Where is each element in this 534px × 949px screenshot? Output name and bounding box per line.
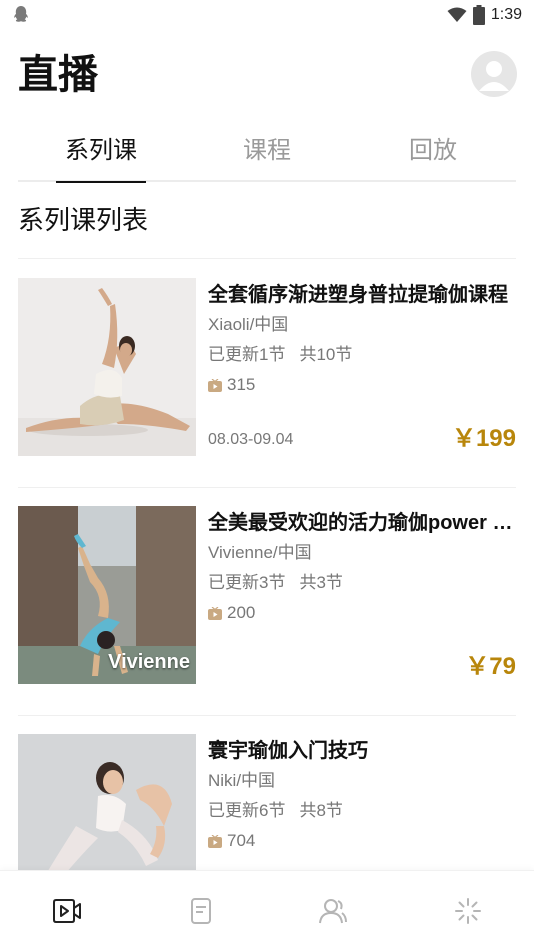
document-icon[interactable] — [186, 898, 216, 924]
course-info: 全套循序渐进塑身普拉提瑜伽课程 Xiaoli/中国 已更新1节 共10节 315 … — [208, 278, 516, 456]
course-date: 08.03-09.04 — [208, 431, 294, 448]
tab-active-underline — [56, 181, 146, 183]
divider — [18, 258, 516, 259]
tab-label: 课程 — [243, 137, 291, 164]
tab-replay[interactable]: 回放 — [388, 122, 478, 182]
course-info: 全美最受欢迎的活力瑜伽power yoga Vivienne/中国 已更新3节共… — [208, 506, 516, 684]
section-title: 系列课列表 — [18, 205, 149, 235]
course-views: 315 — [208, 373, 255, 397]
course-teacher: Vivienne/中国 — [208, 543, 312, 562]
loading-icon[interactable] — [453, 898, 483, 924]
views-count: 315 — [227, 375, 256, 394]
course-teacher: Xiaoli/中国 — [208, 315, 289, 334]
qq-icon — [14, 5, 28, 22]
course-lessons: 已更新6节 共8节 — [208, 799, 343, 823]
lessons-updated: 已更新6节 — [208, 801, 286, 820]
play-count-icon — [208, 378, 222, 392]
course-teacher: Niki/中国 — [208, 771, 276, 790]
tab-series-courses[interactable]: 系列课 — [56, 122, 146, 183]
status-time: 1:39 — [490, 6, 522, 23]
views-count: 704 — [227, 831, 256, 850]
tab-bar: 系列课 课程 回放 — [18, 122, 516, 183]
play-count-icon — [208, 606, 222, 620]
course-title: 全美最受欢迎的活力瑜伽power yoga — [208, 512, 516, 534]
lessons-total: 共3节 — [299, 573, 343, 592]
course-views: 704 — [208, 829, 255, 853]
course-title: 寰宇瑜伽入门技巧 — [208, 740, 368, 762]
course-card[interactable]: Vivienne 全美最受欢迎的活力瑜伽power yoga Vivienne/… — [18, 506, 516, 684]
course-lessons: 已更新3节 共3节 — [208, 571, 343, 595]
bottom-nav — [0, 870, 534, 949]
course-thumbnail — [18, 278, 196, 456]
course-thumbnail: Vivienne — [18, 506, 196, 684]
battery-icon — [472, 5, 485, 25]
user-avatar-icon[interactable] — [471, 51, 517, 97]
thumbnail-watermark: Vivienne — [108, 651, 190, 673]
play-count-icon — [208, 834, 222, 848]
wifi-icon — [447, 7, 467, 22]
lessons-updated: 已更新3节 — [208, 573, 286, 592]
course-price: ￥199 — [451, 425, 516, 452]
lessons-total: 共10节 — [299, 345, 353, 364]
course-lessons: 已更新1节 共10节 — [208, 343, 352, 367]
live-video-icon[interactable] — [52, 898, 82, 924]
course-title: 全套循序渐进塑身普拉提瑜伽课程 — [208, 284, 508, 306]
course-price: ￥79 — [465, 653, 516, 680]
page-title: 直播 — [18, 53, 98, 97]
users-icon[interactable] — [318, 898, 348, 924]
lessons-updated: 已更新1节 — [208, 345, 286, 364]
divider — [18, 715, 516, 716]
tab-label: 系列课 — [65, 137, 137, 164]
tab-courses[interactable]: 课程 — [222, 122, 312, 182]
course-card[interactable]: 全套循序渐进塑身普拉提瑜伽课程 Xiaoli/中国 已更新1节 共10节 315 … — [18, 278, 516, 456]
status-bar: 1:39 — [0, 0, 534, 30]
course-views: 200 — [208, 601, 255, 625]
divider — [18, 487, 516, 488]
tab-label: 回放 — [409, 137, 457, 164]
lessons-total: 共8节 — [299, 801, 343, 820]
views-count: 200 — [227, 603, 256, 622]
